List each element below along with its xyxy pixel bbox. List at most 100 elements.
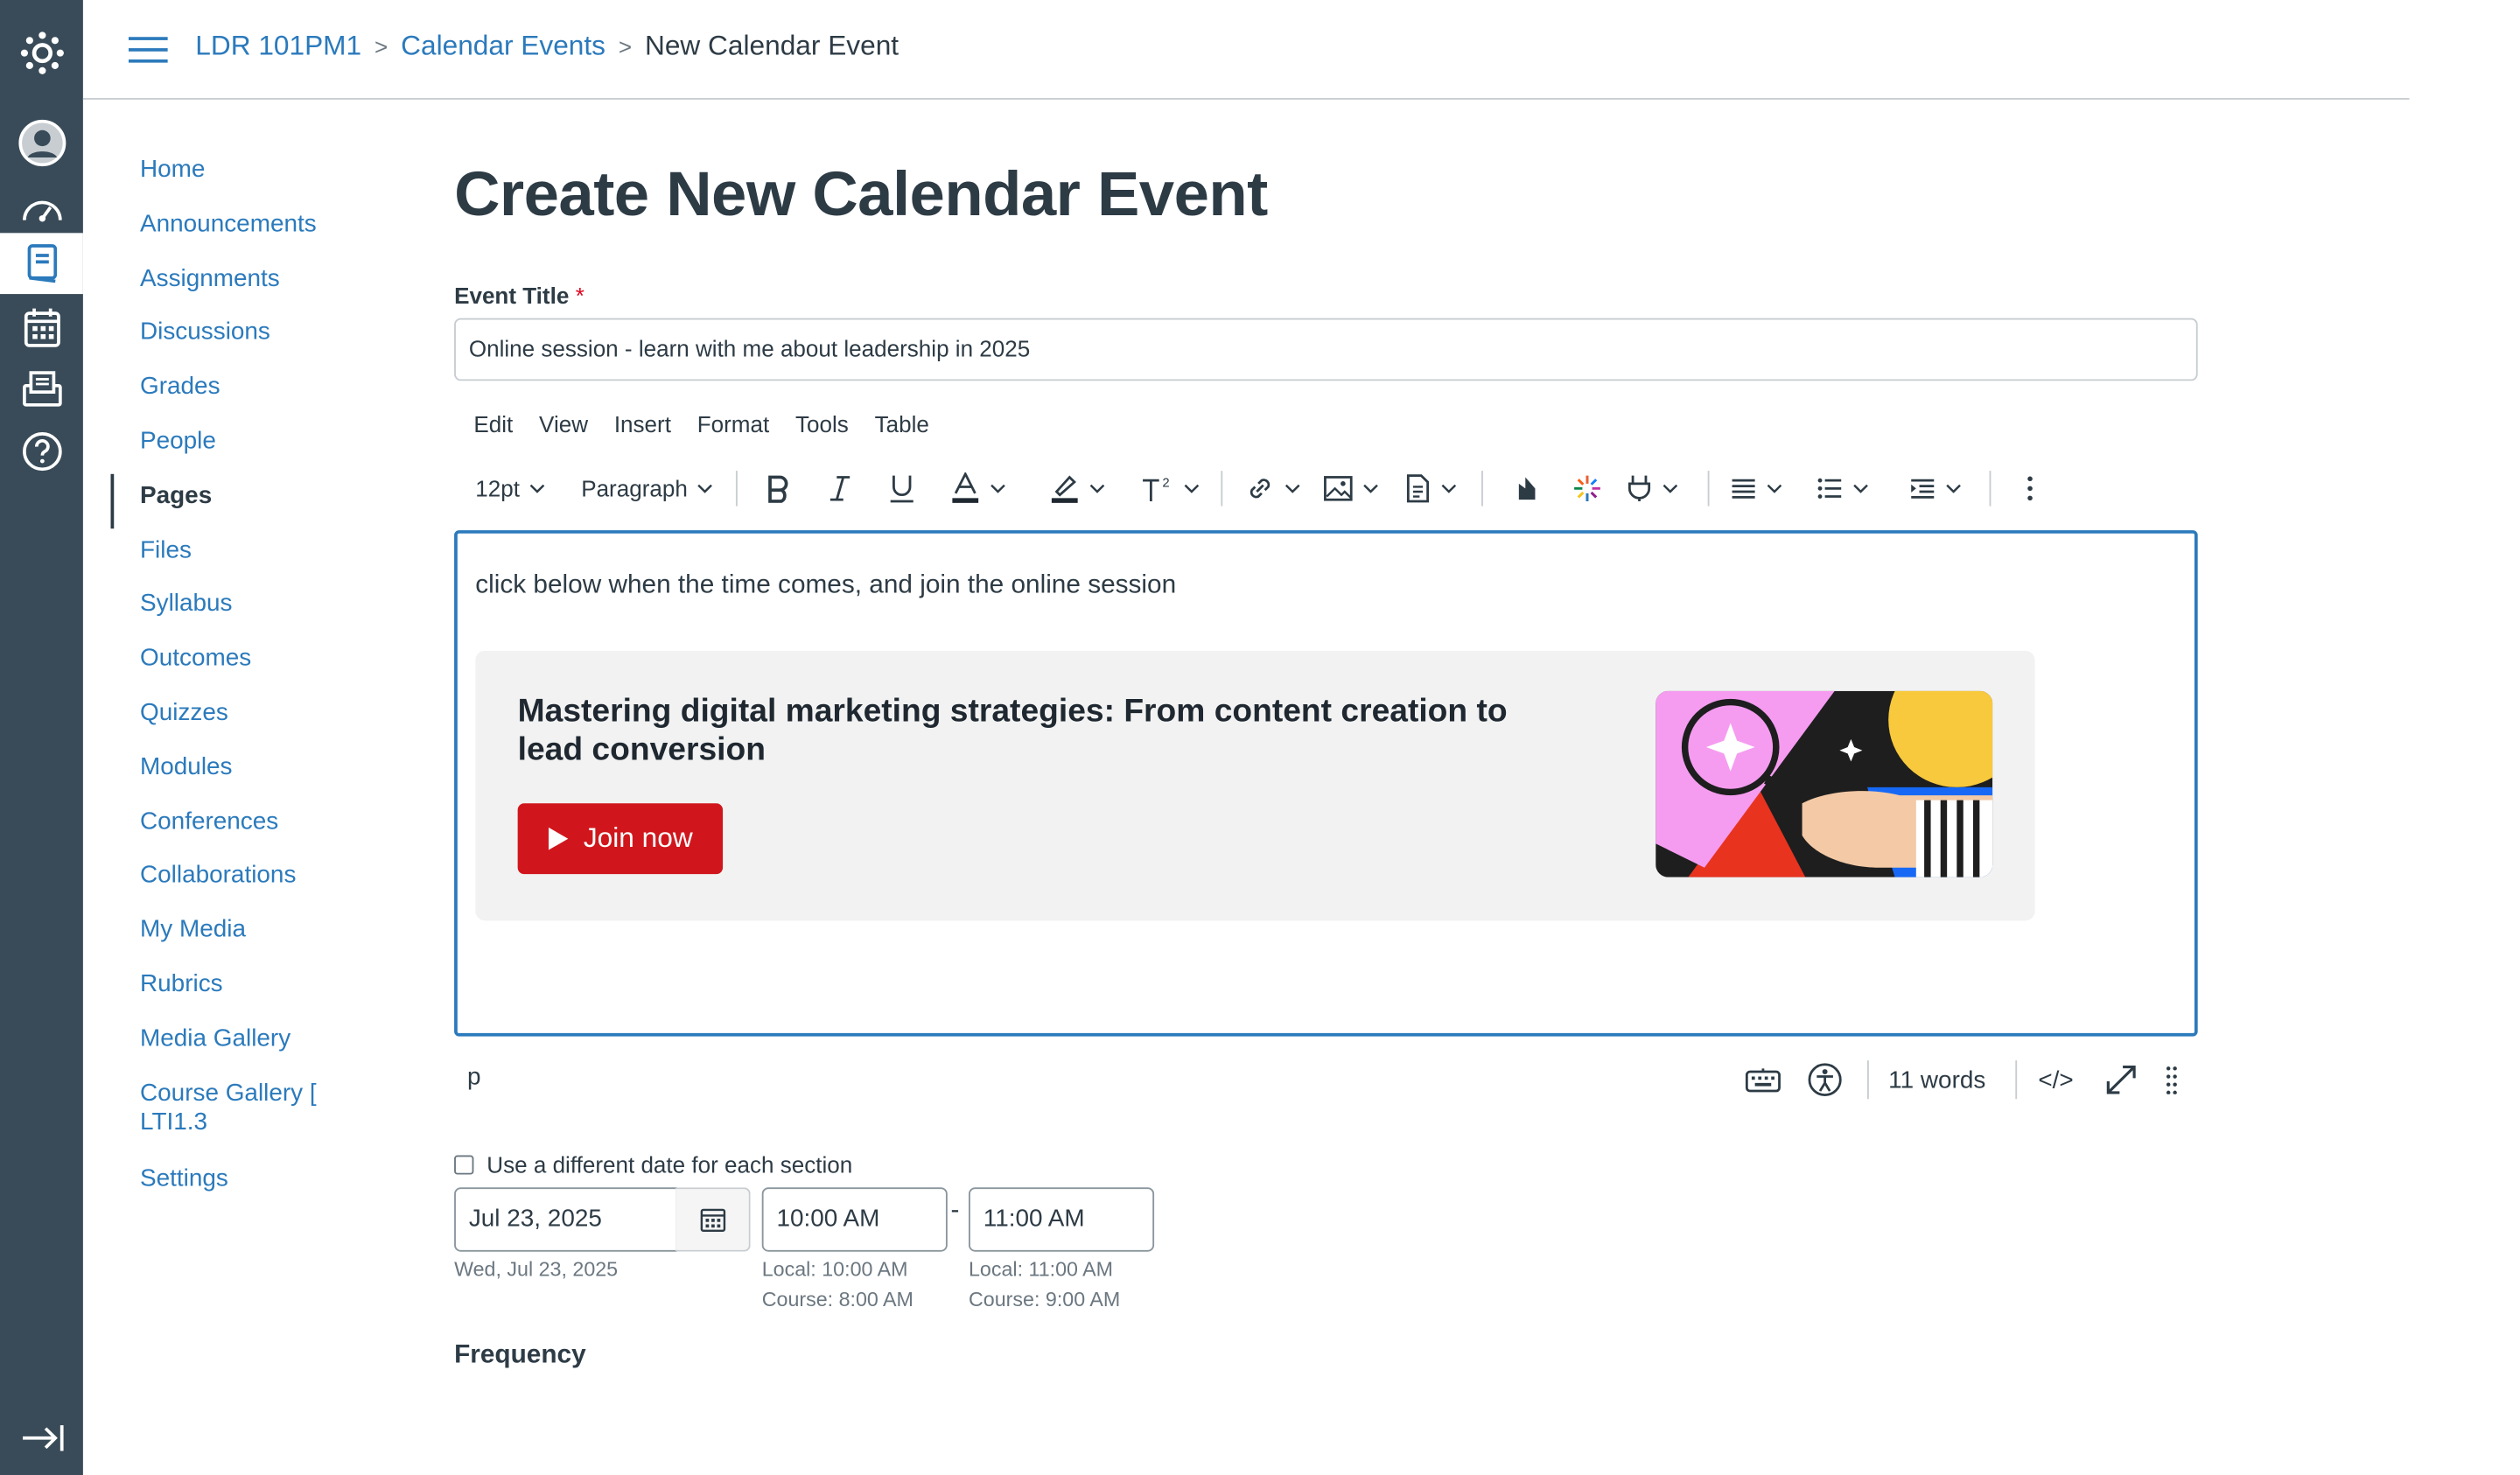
embed-tool-icon[interactable] xyxy=(1516,463,1538,514)
different-date-option: Use a different date for each section xyxy=(454,1152,852,1178)
link-icon[interactable] xyxy=(1245,463,1300,514)
courses-icon[interactable] xyxy=(0,233,83,295)
course-nav-collaborations[interactable]: Collaborations xyxy=(111,854,339,908)
course-nav-discussions[interactable]: Discussions xyxy=(111,311,339,365)
breadcrumb-separator-icon: > xyxy=(618,33,633,59)
element-path[interactable]: p xyxy=(467,1064,481,1091)
breadcrumb: LDR 101PM1 > Calendar Events > New Calen… xyxy=(195,31,899,63)
plugin-icon[interactable] xyxy=(1627,463,1679,514)
breadcrumb-calendar-events[interactable]: Calendar Events xyxy=(401,31,606,63)
page-title: Create New Calendar Event xyxy=(454,160,1268,230)
html-editor-toggle[interactable]: </> xyxy=(2038,1060,2073,1099)
course-nav-announcements[interactable]: Announcements xyxy=(111,202,339,256)
canvas-logo-icon[interactable] xyxy=(0,23,83,84)
calendar-icon xyxy=(699,1208,725,1233)
start-local-hint: Local: 10:00 AM xyxy=(761,1258,908,1281)
toolbar-divider xyxy=(1221,471,1223,507)
join-now-button[interactable]: Join now xyxy=(517,803,724,875)
superscript-icon[interactable]: 2 xyxy=(1141,463,1200,514)
block-format-select[interactable]: Paragraph xyxy=(581,463,713,514)
course-nav-course-gallery[interactable]: Course Gallery [ LTI1.3 xyxy=(111,1071,323,1156)
date-input[interactable]: Jul 23, 2025 xyxy=(454,1187,677,1252)
highlight-color-icon[interactable] xyxy=(1050,463,1105,514)
breadcrumb-course[interactable]: LDR 101PM1 xyxy=(195,31,361,63)
fullscreen-icon[interactable] xyxy=(2104,1060,2139,1099)
play-icon xyxy=(549,827,570,850)
inbox-icon[interactable] xyxy=(0,359,83,420)
toolbar-divider xyxy=(1707,471,1710,507)
more-options-icon[interactable] xyxy=(2026,463,2033,514)
course-nav-conferences[interactable]: Conferences xyxy=(111,800,339,854)
course-nav-grades[interactable]: Grades xyxy=(111,365,339,419)
card-illustration xyxy=(1656,690,1993,877)
page-header: LDR 101PM1 > Calendar Events > New Calen… xyxy=(82,0,2410,100)
end-course-hint: Course: 9:00 AM xyxy=(968,1288,1121,1311)
calendar-picker-button[interactable] xyxy=(676,1187,751,1252)
start-course-hint: Course: 8:00 AM xyxy=(761,1288,914,1311)
global-nav xyxy=(0,0,83,1475)
different-date-checkbox[interactable] xyxy=(454,1155,474,1175)
chevron-down-icon xyxy=(1946,484,1961,493)
menu-edit[interactable]: Edit xyxy=(473,411,513,437)
chevron-down-icon xyxy=(1284,484,1300,493)
start-time-input[interactable]: 10:00 AM xyxy=(761,1187,948,1252)
image-icon[interactable] xyxy=(1324,463,1379,514)
statusbar-divider xyxy=(2015,1060,2018,1100)
event-card: Mastering digital marketing strategies: … xyxy=(475,650,2035,921)
resize-handle-icon[interactable] xyxy=(2165,1060,2178,1099)
hamburger-menu-icon[interactable] xyxy=(128,35,168,64)
course-nav-modules[interactable]: Modules xyxy=(111,745,339,800)
chevron-down-icon xyxy=(1441,484,1457,493)
event-title-label: Event Title * xyxy=(454,283,584,309)
font-size-select[interactable]: 12pt xyxy=(475,463,545,514)
end-time-input[interactable]: 11:00 AM xyxy=(968,1187,1155,1252)
help-icon[interactable] xyxy=(0,421,83,482)
italic-icon[interactable] xyxy=(829,463,851,514)
chevron-down-icon xyxy=(1184,484,1200,493)
course-nav-quizzes[interactable]: Quizzes xyxy=(111,691,339,745)
indent-icon[interactable] xyxy=(1909,463,1962,514)
course-nav-syllabus[interactable]: Syllabus xyxy=(111,583,339,637)
breadcrumb-current: New Calendar Event xyxy=(644,30,900,61)
end-local-hint: Local: 11:00 AM xyxy=(968,1258,1114,1281)
course-nav-my-media[interactable]: My Media xyxy=(111,908,339,962)
collapse-nav-icon[interactable] xyxy=(0,1408,83,1469)
calendar-icon[interactable] xyxy=(0,297,83,359)
document-icon[interactable] xyxy=(1405,463,1458,514)
chevron-down-icon xyxy=(698,484,713,493)
course-nav-media-gallery[interactable]: Media Gallery xyxy=(111,1017,339,1071)
accessibility-checker-icon[interactable] xyxy=(1807,1060,1843,1099)
editor-body-text: click below when the time comes, and joi… xyxy=(475,571,1177,600)
time-separator: - xyxy=(950,1197,960,1225)
course-nav-assignments[interactable]: Assignments xyxy=(111,256,339,311)
chevron-down-icon xyxy=(1853,484,1868,493)
course-nav-rubrics[interactable]: Rubrics xyxy=(111,962,339,1017)
keyboard-shortcuts-icon[interactable] xyxy=(1745,1060,1781,1099)
account-avatar-icon[interactable] xyxy=(0,113,83,174)
rich-content-editor[interactable]: click below when the time comes, and joi… xyxy=(454,530,2198,1037)
menu-insert[interactable]: Insert xyxy=(614,411,671,437)
apps-sparkle-icon[interactable] xyxy=(1572,463,1601,514)
underline-icon[interactable] xyxy=(889,463,915,514)
editor-toolbar: 12pt Paragraph 2 xyxy=(454,463,2198,514)
course-nav-pages[interactable]: Pages xyxy=(110,473,339,528)
editor-menubar: Edit View Insert Format Tools Table xyxy=(473,411,955,437)
course-nav-settings[interactable]: Settings xyxy=(111,1157,339,1211)
course-nav-people[interactable]: People xyxy=(111,419,339,473)
align-icon[interactable] xyxy=(1731,463,1783,514)
text-color-icon[interactable] xyxy=(951,463,1006,514)
bold-icon[interactable] xyxy=(765,463,791,514)
word-count[interactable]: 11 words xyxy=(1888,1060,1985,1099)
event-title-input[interactable]: Online session - learn with me about lea… xyxy=(454,318,2198,381)
course-nav-outcomes[interactable]: Outcomes xyxy=(111,637,339,691)
menu-table[interactable]: Table xyxy=(875,411,929,437)
bullet-list-icon[interactable] xyxy=(1816,463,1869,514)
course-nav-files[interactable]: Files xyxy=(111,528,339,582)
dashboard-icon[interactable] xyxy=(0,177,83,238)
menu-view[interactable]: View xyxy=(539,411,588,437)
menu-tools[interactable]: Tools xyxy=(795,411,849,437)
menu-format[interactable]: Format xyxy=(697,411,770,437)
toolbar-divider xyxy=(1481,471,1483,507)
course-nav-home[interactable]: Home xyxy=(111,148,339,202)
chevron-down-icon xyxy=(990,484,1005,493)
